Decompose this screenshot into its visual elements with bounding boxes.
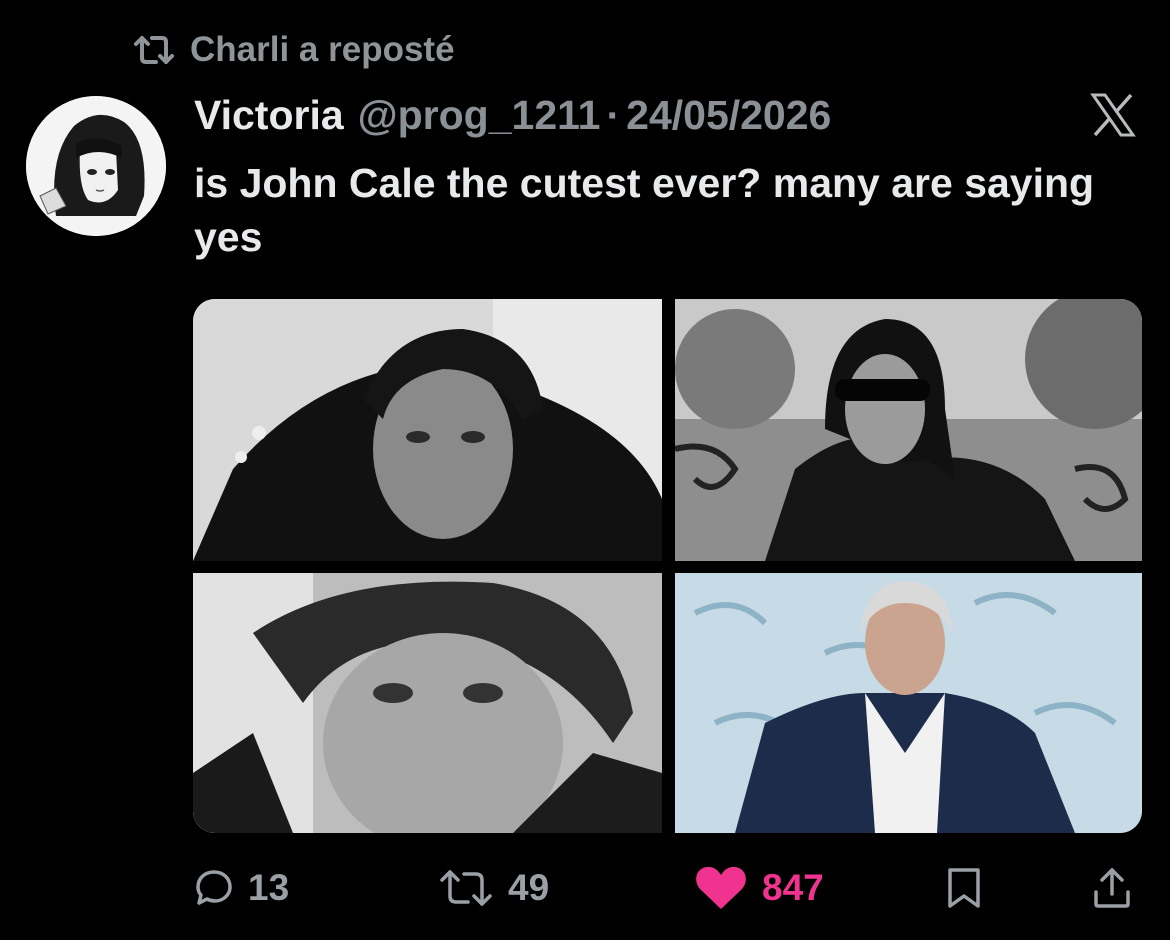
repost-icon <box>438 868 494 908</box>
photo-4[interactable] <box>675 573 1142 833</box>
repost-count: 49 <box>508 867 550 908</box>
photo-1[interactable] <box>193 299 662 561</box>
avatar-icon <box>26 96 166 236</box>
repost-header[interactable]: Charli a reposté <box>132 28 455 72</box>
repost-icon <box>132 32 176 68</box>
media-grid <box>193 299 1142 833</box>
tweet-header: Victoria @prog_1211 · 24/05/2026 <box>194 92 831 142</box>
x-logo-icon <box>1085 93 1141 137</box>
bookmark-icon <box>944 866 984 910</box>
share-icon <box>1092 866 1132 910</box>
like-count: 847 <box>762 867 824 908</box>
heart-icon <box>694 865 748 911</box>
repost-button[interactable]: 49 <box>438 860 549 916</box>
reply-icon <box>194 868 234 908</box>
display-name[interactable]: Victoria <box>194 92 344 139</box>
repost-text: Charli a reposté <box>190 30 455 69</box>
tweet-date[interactable]: 24/05/2026 <box>626 92 831 139</box>
reply-count: 13 <box>248 867 290 908</box>
avatar[interactable] <box>26 96 166 236</box>
reply-button[interactable]: 13 <box>194 860 289 916</box>
photo-2[interactable] <box>675 299 1142 561</box>
share-button[interactable] <box>1092 860 1132 916</box>
user-handle[interactable]: @prog_1211 <box>358 92 601 139</box>
bookmark-button[interactable] <box>944 860 984 916</box>
like-button[interactable]: 847 <box>694 860 824 916</box>
photo-3[interactable] <box>193 573 662 833</box>
separator-dot: · <box>606 92 621 138</box>
tweet-text: is John Cale the cutest ever? many are s… <box>194 160 1095 260</box>
